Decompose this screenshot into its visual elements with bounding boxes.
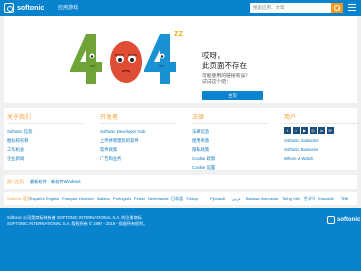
- footer-heading: 关于我们: [7, 112, 83, 124]
- footer-heading: 开发者: [100, 112, 176, 124]
- footer-link[interactable]: 隐私政策: [192, 145, 272, 154]
- instagram-icon[interactable]: ◎: [309, 127, 317, 134]
- home-button[interactable]: 主页: [202, 91, 263, 100]
- footer-logo-text: softonic: [337, 217, 361, 223]
- top-bar: softonic 应用 游戏 搜索应用、文章: [0, 0, 361, 16]
- language-link[interactable]: Italiano: [97, 192, 110, 205]
- footer-link[interactable]: Cookie 政策: [192, 154, 272, 163]
- logo[interactable]: softonic: [4, 3, 44, 13]
- footer-link[interactable]: Softonic Business: [284, 145, 361, 154]
- language-link[interactable]: Nederlands: [148, 192, 168, 205]
- language-link[interactable]: Tiếng Việt: [282, 192, 300, 205]
- language-link[interactable]: عربي: [232, 192, 241, 205]
- footer-link[interactable]: Where 2 Watch: [284, 154, 361, 163]
- footer-link[interactable]: 企业新闻: [7, 154, 87, 163]
- language-link[interactable]: ไทย: [341, 192, 348, 205]
- language-link[interactable]: Bahasa Indonesia: [246, 192, 278, 205]
- error-panel: zz 404 哎呀， 此页面不存在 可能使用的链接有误？ 试试这个吧： 主页: [4, 16, 357, 103]
- footer-col-users: 用户 f t ▶ ◎ in ✉ Softonic Solutions Softo…: [284, 112, 361, 163]
- footer-logo[interactable]: softonic: [327, 216, 360, 224]
- footer-link[interactable]: Softonic 信息: [7, 127, 87, 136]
- softonic-logo-icon: [327, 216, 335, 224]
- logo-text: softonic: [17, 4, 45, 12]
- language-label: Softonic 语言:: [7, 196, 32, 201]
- language-link[interactable]: Kiswahili: [318, 192, 334, 205]
- language-link[interactable]: Español: [30, 192, 44, 205]
- youtube-icon[interactable]: ▶: [301, 127, 308, 134]
- popular-apps-bar: 热门应用 最新软件 新软件Windows: [4, 175, 357, 189]
- language-link[interactable]: 한국어: [304, 192, 315, 205]
- footer-link[interactable]: 法律信息: [192, 127, 272, 136]
- twitter-icon[interactable]: t: [292, 127, 300, 134]
- language-link[interactable]: Polski: [134, 192, 145, 205]
- footer-link[interactable]: 上传并管理您的软件: [100, 136, 180, 145]
- copyright-line-2: SOFTONIC INTERNATIONAL S.A. 版权所有 © 1997 …: [7, 221, 148, 226]
- copyright-bar: Softonic 公司是商标持有者 SOFTONIC INTERNATIONAL…: [0, 208, 361, 271]
- footer-link[interactable]: 使用条款: [192, 136, 272, 145]
- language-link[interactable]: Português: [113, 192, 131, 205]
- language-link[interactable]: 日本語: [171, 192, 183, 205]
- footer-col-about: 关于我们 Softonic 信息 图标和名称 工作机会 企业新闻: [7, 112, 87, 163]
- footer-links: 关于我们 Softonic 信息 图标和名称 工作机会 企业新闻 开发者 Sof…: [4, 108, 360, 172]
- error-title: 哎呀， 此页面不存在: [202, 51, 247, 70]
- language-bar: Softonic 语言: Español English Français De…: [4, 192, 357, 205]
- footer-link[interactable]: 软件政策: [100, 145, 180, 154]
- footer-link[interactable]: Softonic Developer Hub: [100, 127, 180, 136]
- popular-link[interactable]: 新软件Windows: [51, 175, 81, 189]
- nav-apps[interactable]: 应用: [58, 4, 68, 11]
- softonic-logo-icon: [4, 3, 14, 13]
- footer-link[interactable]: Cookie 设置: [192, 163, 272, 172]
- error-help: 可能使用的链接有误？ 试试这个吧：: [202, 74, 250, 85]
- linkedin-icon[interactable]: in: [318, 127, 325, 134]
- 404-illustration: zz: [70, 28, 184, 84]
- footer-link[interactable]: 广告和业务: [100, 154, 180, 163]
- search-input[interactable]: 搜索应用、文章: [250, 3, 331, 13]
- language-link[interactable]: English: [46, 192, 59, 205]
- footer-heading: 用户: [284, 112, 360, 124]
- language-link[interactable]: Türkçe: [186, 192, 198, 205]
- facebook-icon[interactable]: f: [284, 127, 291, 134]
- footer-col-developers: 开发者 Softonic Developer Hub 上传并管理您的软件 软件政…: [100, 112, 180, 163]
- language-link[interactable]: Français: [62, 192, 77, 205]
- search-button[interactable]: [331, 3, 343, 13]
- footer-link[interactable]: Softonic Solutions: [284, 136, 361, 145]
- footer-heading: 法律: [192, 112, 268, 124]
- hamburger-menu-icon[interactable]: [348, 4, 356, 11]
- popular-label: 热门应用: [7, 179, 24, 184]
- language-link[interactable]: Deutsch: [79, 192, 94, 205]
- footer-link[interactable]: 图标和名称: [7, 136, 87, 145]
- popular-link[interactable]: 最新软件: [30, 175, 47, 189]
- nav-games[interactable]: 游戏: [68, 4, 78, 11]
- language-link[interactable]: Русский: [210, 192, 225, 205]
- footer-link[interactable]: 工作机会: [7, 145, 87, 154]
- footer-col-legal: 法律 法律信息 使用条款 隐私政策 Cookie 政策 Cookie 设置: [192, 112, 272, 172]
- social-links: f t ▶ ◎ in ✉: [284, 127, 361, 134]
- email-icon[interactable]: ✉: [326, 127, 334, 134]
- 404-zzz: zz: [174, 28, 184, 38]
